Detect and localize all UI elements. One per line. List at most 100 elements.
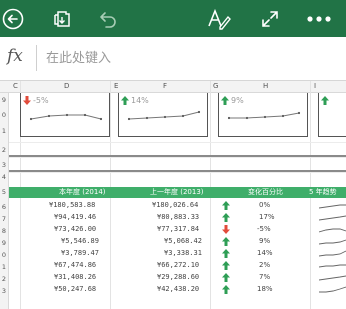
sparkline-card[interactable]: 9%	[218, 93, 308, 137]
column-header[interactable]: I	[314, 81, 316, 92]
cell-change[interactable]: -5%	[257, 223, 271, 235]
cell-previous[interactable]: ¥77,317.84	[157, 223, 199, 235]
cell-current[interactable]: ¥31,408.26	[54, 271, 96, 283]
cell-change[interactable]: 2%	[259, 259, 270, 271]
row-header[interactable]: 1	[0, 127, 8, 135]
card-percent: 9%	[231, 96, 244, 105]
cell-change[interactable]: 7%	[259, 271, 270, 283]
table-row[interactable]: ¥73,426.00 ¥77,317.84 -5%	[9, 223, 346, 235]
cell-current[interactable]: ¥67,474.86	[54, 259, 96, 271]
cell-change[interactable]: 14%	[257, 247, 273, 259]
sparkline-chart	[29, 113, 103, 121]
cell-previous[interactable]: ¥80,883.33	[157, 211, 199, 223]
spreadsheet-grid[interactable]: C D E F G H I 9 0 1 2 3 4 5 6 7 8 9 0 1 …	[0, 81, 346, 309]
sparkline-icon	[319, 239, 346, 245]
sparkline-chart	[127, 110, 201, 121]
row-header[interactable]: 4	[0, 173, 8, 181]
cell-current[interactable]: ¥5,546.89	[61, 235, 99, 247]
cell-change[interactable]: 18%	[257, 283, 273, 295]
up-arrow-icon	[222, 249, 230, 258]
table-header-row: 本年度 (2014) 上一年度 (2013) 变化百分比 5 年趋势	[9, 187, 346, 198]
table-row[interactable]: ¥5,546.89 ¥5,068.42 9%	[9, 235, 346, 247]
table-header-change[interactable]: 变化百分比	[248, 187, 283, 198]
cell-previous[interactable]: ¥180,026.64	[152, 199, 198, 211]
cell-current[interactable]: ¥94,419.46	[54, 211, 96, 223]
table-header-previous[interactable]: 上一年度 (2013)	[150, 187, 204, 198]
table-row[interactable]: ¥67,474.86 ¥66,272.10 2%	[9, 259, 346, 271]
table-row[interactable]: ¥50,247.68 ¥42,438.20 18%	[9, 283, 346, 295]
row-header[interactable]: 1	[0, 263, 8, 271]
cell-previous[interactable]: ¥29,288.60	[157, 271, 199, 283]
row-header[interactable]: 2	[0, 146, 8, 154]
table-row[interactable]: ¥94,419.46 ¥80,883.33 17%	[9, 211, 346, 223]
down-arrow-icon	[23, 96, 31, 105]
up-arrow-icon	[222, 201, 230, 210]
row-header[interactable]: 5	[0, 188, 8, 196]
back-circle-icon[interactable]	[0, 0, 26, 37]
up-arrow-icon	[121, 96, 129, 105]
sparkline-card[interactable]: 14%	[118, 93, 208, 137]
column-header-bar: C D E F G H I	[0, 81, 346, 93]
cell-previous[interactable]: ¥5,068.42	[164, 235, 202, 247]
cell-previous[interactable]: ¥3,338.31	[164, 247, 202, 259]
sparkline-chart	[227, 111, 301, 120]
row-header[interactable]: 3	[0, 161, 8, 169]
save-icon[interactable]	[50, 0, 74, 37]
card-percent: 14%	[131, 96, 149, 105]
up-arrow-icon	[221, 96, 229, 105]
text-format-icon[interactable]	[206, 0, 232, 37]
row-header[interactable]: 6	[0, 203, 8, 211]
row-header[interactable]: 2	[0, 275, 8, 283]
cell-current[interactable]: ¥50,247.68	[54, 283, 96, 295]
expand-icon[interactable]	[257, 0, 283, 37]
column-header[interactable]: D	[64, 81, 69, 92]
row-header[interactable]: 3	[0, 287, 8, 295]
up-arrow-icon	[222, 237, 230, 246]
cell-current[interactable]: ¥73,426.00	[54, 223, 96, 235]
cell-change[interactable]: 0%	[259, 199, 270, 211]
grid-line	[9, 142, 346, 143]
row-header[interactable]: 9	[0, 96, 8, 104]
table-row[interactable]: ¥31,408.26 ¥29,288.60 7%	[9, 271, 346, 283]
up-arrow-icon	[222, 273, 230, 282]
table-header-current[interactable]: 本年度 (2014)	[59, 187, 106, 198]
undo-icon[interactable]	[96, 0, 120, 37]
cell-change[interactable]: 17%	[259, 211, 275, 223]
column-header[interactable]: F	[163, 81, 167, 92]
sparkline-icon	[319, 228, 346, 233]
cell-previous[interactable]: ¥42,438.20	[157, 283, 199, 295]
sparkline-icon	[319, 286, 346, 293]
row-header[interactable]: 0	[0, 251, 8, 259]
row-header[interactable]: 7	[0, 215, 8, 223]
row-header[interactable]: 0	[0, 111, 8, 119]
sparkline-icon	[319, 215, 346, 221]
row-header[interactable]: 9	[0, 239, 8, 247]
row-header[interactable]: 8	[0, 227, 8, 235]
down-arrow-icon	[222, 225, 230, 234]
table-row[interactable]: ¥180,583.88 ¥180,026.64 0%	[9, 199, 346, 211]
grid-line	[9, 157, 346, 158]
formula-input[interactable]: 在此处键入	[46, 47, 111, 66]
column-header[interactable]: C	[13, 81, 18, 92]
column-header[interactable]: E	[114, 81, 118, 92]
cell-current[interactable]: ¥180,583.88	[49, 199, 95, 211]
more-icon[interactable]	[302, 0, 336, 37]
cell-change[interactable]: 9%	[259, 235, 270, 247]
sparkline-icon	[319, 264, 346, 268]
formula-divider	[36, 45, 37, 71]
grid-line	[9, 172, 346, 173]
cell-current[interactable]: ¥3,789.47	[61, 247, 99, 259]
sparkline-card[interactable]	[318, 93, 346, 137]
sparkline-card[interactable]: -5%	[20, 93, 110, 137]
sparkline-icon	[319, 250, 346, 257]
up-arrow-icon	[222, 285, 230, 294]
table-header-trend[interactable]: 5 年趋势	[309, 187, 337, 198]
column-header[interactable]: H	[263, 81, 268, 92]
column-header[interactable]: G	[213, 81, 218, 92]
table-row[interactable]: ¥3,789.47 ¥3,338.31 14%	[9, 247, 346, 259]
sparkline-icon	[319, 275, 346, 281]
fx-icon[interactable]: fx	[7, 46, 23, 66]
cell-previous[interactable]: ¥66,272.10	[157, 259, 199, 271]
row-header-bar: 9 0 1 2 3 4 5 6 7 8 9 0 1 2 3	[0, 93, 9, 309]
up-arrow-icon	[222, 213, 230, 222]
